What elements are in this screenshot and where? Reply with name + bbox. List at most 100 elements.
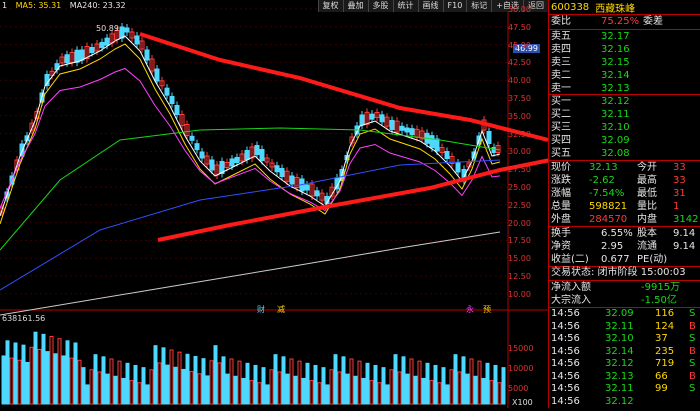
volume-bar [109,358,114,405]
tick-row: 14:56 32.14 235 B [551,346,700,358]
toolbar-button-mark[interactable]: 标记 [466,0,491,12]
volume-bar [497,382,502,405]
tick-time: 14:56 [551,308,580,319]
volume-bar [121,377,126,405]
tick-volume: 37 [655,333,668,344]
volume-bar [169,349,174,405]
weicha-label: 委差 [643,16,663,27]
stat-value: 598821 [589,201,628,212]
volume-bar [49,336,54,405]
sell-level-price: 32.14 [601,70,630,81]
stat-value: -7.54% [589,188,625,199]
tick-time: 14:56 [551,370,580,382]
volume-bar [337,371,342,405]
volume-legend: 638161.56 [2,314,46,323]
volume-bar [177,351,182,405]
volume-bar [89,369,94,405]
tick-direction: B [689,320,696,332]
candle-body [455,162,461,173]
volume-bar [37,348,42,405]
tick-volume: 719 [655,358,675,369]
stat-label: PE(动) [637,254,668,265]
kline-chart[interactable]: 1 MA5: 35.31 MA240: 23.32 复权 叠加 多股 统计 画线… [0,0,576,408]
tick-row: 14:56 32.11 124 B [551,321,700,333]
stat-value: 33 [673,175,686,186]
buy-level-label: 买五 [551,148,571,159]
volume-bar [425,362,430,405]
volume-bar [205,375,210,405]
toolbar-button-draw[interactable]: 画线 [417,0,443,12]
toolbar-button-multi[interactable]: 多股 [367,0,393,12]
volume-bar [465,373,470,405]
buy-level-row: 买五 32.08 [551,147,700,160]
event-marker[interactable]: 财 [257,304,265,315]
sell-level-label: 卖一 [551,83,571,94]
volume-bar [317,382,322,405]
volume-bar [29,346,34,405]
stat-value: 6.55% [601,228,633,239]
volume-bar [405,373,410,405]
volume-bar [277,371,282,405]
volume-bar [281,356,286,405]
price-axis-tick: 32.50 [508,129,531,139]
kline-chart-svg[interactable] [0,0,576,408]
price-axis-tick: 17.50 [508,236,531,246]
event-marker[interactable]: 永 [466,304,474,315]
sell-level-row: 卖五 32.17 [551,30,700,43]
price-axis-tick: 40.00 [508,76,531,86]
event-marker[interactable]: 预 [483,304,491,315]
event-marker[interactable]: 减 [277,304,285,315]
volume-axis-tick: 10000 [508,364,534,373]
stat-row: 外盘 284570 内盘 3142 [551,213,700,226]
volume-bar [349,358,354,405]
price-axis-tick: 22.50 [508,200,531,210]
price-axis-tick: 15.00 [508,254,531,264]
buy-level-row: 买三 32.10 [551,121,700,134]
volume-bar [97,371,102,405]
stat-label: 总量 [551,201,571,212]
volume-bar [193,355,198,405]
tick-volume: 235 [655,345,675,357]
volume-bar [133,364,138,405]
tick-row: 14:56 32.10 37 S [551,333,700,345]
ma120-line [0,159,501,291]
price-axis-tick: 12.50 [508,272,531,281]
tick-price: 32.11 [605,383,634,394]
price-axis-tick: 45.00 [508,40,531,50]
volume-bar [213,345,218,405]
volume-bar [321,367,326,405]
tick-price: 32.14 [605,345,634,357]
ma-legend-item: MA240: 23.32 [69,1,126,10]
stat-value: 33 [673,162,686,173]
volume-bar [137,382,142,405]
tick-volume: 116 [655,308,675,319]
toolbar-button-stats[interactable]: 统计 [392,0,418,12]
volume-bar [185,353,190,405]
candle-body [154,68,160,82]
volume-bar [269,369,274,405]
tick-volume: 99 [655,383,668,394]
toolbar-button-f10[interactable]: F10 [442,0,467,12]
volume-bar [357,360,362,405]
stat-label: 流通 [637,241,657,252]
candle-body [404,127,410,133]
stock-name: 西藏珠峰 [595,3,636,15]
volume-bar [369,380,374,405]
toolbar-button-fuquan[interactable]: 复权 [317,0,343,12]
volume-bar [301,377,306,405]
tick-price: 32.10 [605,333,634,344]
stat-value: 9.14 [673,228,696,239]
toolbar-button-overlay[interactable]: 叠加 [342,0,368,12]
volume-bar [69,357,74,405]
volume-bar [329,369,334,405]
volume-bar [421,377,426,405]
volume-bar [373,364,378,405]
volume-bar [45,351,50,405]
volume-bar [149,369,154,405]
volume-bar [353,375,358,405]
volume-bar [17,359,22,405]
sell-level-row: 卖二 32.14 [551,69,700,82]
volume-bar [225,373,230,405]
volume-bar [1,355,6,405]
volume-bar [125,362,130,405]
